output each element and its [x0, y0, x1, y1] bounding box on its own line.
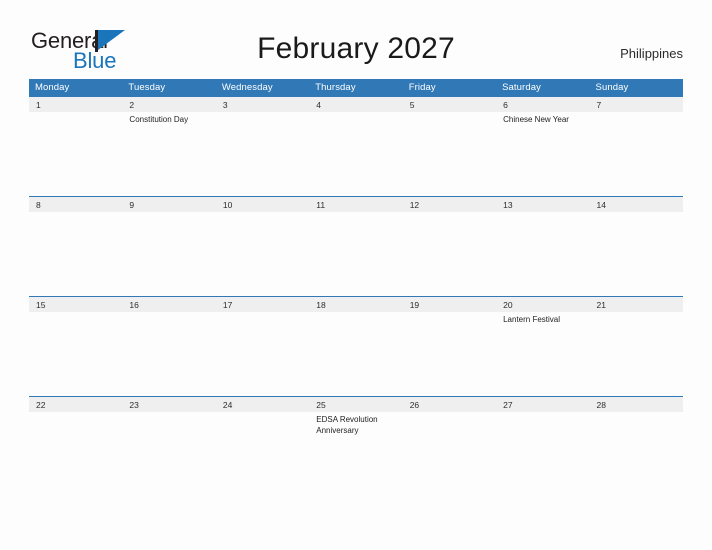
day-event: EDSA Revolution Anniversary [316, 415, 378, 435]
day-number[interactable]: 22 [29, 397, 122, 412]
day-number[interactable]: 1 [29, 97, 122, 112]
calendar-page: General Blue February 2027 Philippines M… [0, 0, 712, 550]
day-event [29, 312, 122, 396]
page-title: February 2027 [257, 32, 455, 65]
day-event [29, 212, 122, 296]
day-number[interactable]: 27 [496, 397, 589, 412]
day-number[interactable]: 24 [216, 397, 309, 412]
day-event: Constitution Day [129, 115, 189, 124]
day-event [122, 212, 215, 296]
day-event [216, 412, 309, 496]
week-row: 15 16 17 18 19 20 21 Lantern Festival [29, 296, 683, 396]
day-number[interactable]: 2 [122, 97, 215, 112]
day-event [403, 412, 496, 496]
day-number[interactable]: 20 [496, 297, 589, 312]
weekday-wednesday: Wednesday [221, 82, 273, 93]
day-number[interactable]: 23 [122, 397, 215, 412]
day-event [216, 112, 309, 196]
day-event [122, 312, 215, 396]
day-number[interactable]: 10 [216, 197, 309, 212]
day-number[interactable]: 21 [590, 297, 683, 312]
day-number[interactable]: 28 [590, 397, 683, 412]
day-event [496, 212, 589, 296]
day-number-row: 1 2 3 4 5 6 7 [29, 97, 683, 112]
day-event [403, 112, 496, 196]
day-number-row: 22 23 24 25 26 27 28 [29, 397, 683, 412]
day-event [590, 312, 683, 396]
weekday-thursday: Thursday [315, 82, 356, 93]
day-number[interactable]: 12 [403, 197, 496, 212]
day-event [590, 212, 683, 296]
weekday-friday: Friday [408, 82, 436, 93]
country-label: Philippines [620, 46, 683, 61]
weekday-saturday: Saturday [502, 82, 541, 93]
day-number[interactable]: 6 [496, 97, 589, 112]
day-events-row [29, 212, 683, 296]
day-event [122, 412, 215, 496]
week-row: 8 9 10 11 12 13 14 [29, 196, 683, 296]
day-events-row: Constitution Day Chinese New Year [29, 112, 683, 196]
day-event [496, 412, 589, 496]
day-events-row: EDSA Revolution Anniversary [29, 412, 683, 496]
calendar-grid: Monday Tuesday Wednesday Thursday Friday… [29, 79, 683, 496]
weekday-monday: Monday [35, 82, 70, 93]
week-row: 1 2 3 4 5 6 7 Constitution Day Chinese N… [29, 96, 683, 196]
day-number[interactable]: 11 [309, 197, 402, 212]
day-number[interactable]: 13 [496, 197, 589, 212]
day-events-row: Lantern Festival [29, 312, 683, 396]
day-number[interactable]: 18 [309, 297, 402, 312]
week-row: 22 23 24 25 26 27 28 EDSA Revolution Ann… [29, 396, 683, 496]
day-number-row: 8 9 10 11 12 13 14 [29, 197, 683, 212]
day-number[interactable]: 5 [403, 97, 496, 112]
day-number[interactable]: 19 [403, 297, 496, 312]
day-number[interactable]: 26 [403, 397, 496, 412]
day-event [216, 312, 309, 396]
day-number[interactable]: 7 [590, 97, 683, 112]
day-event [403, 312, 496, 396]
day-number[interactable]: 14 [590, 197, 683, 212]
day-event [29, 112, 122, 196]
weekday-tuesday: Tuesday [128, 82, 166, 93]
day-event: Lantern Festival [503, 315, 561, 324]
day-event [309, 112, 402, 196]
day-number[interactable]: 4 [309, 97, 402, 112]
day-number[interactable]: 3 [216, 97, 309, 112]
day-event [590, 412, 683, 496]
day-event: Chinese New Year [503, 115, 569, 124]
weekday-sunday: Sunday [595, 82, 629, 93]
day-event [403, 212, 496, 296]
day-number[interactable]: 25 [309, 397, 402, 412]
day-number[interactable]: 16 [122, 297, 215, 312]
day-number[interactable]: 8 [29, 197, 122, 212]
day-event [216, 212, 309, 296]
day-event [309, 212, 402, 296]
day-number[interactable]: 15 [29, 297, 122, 312]
day-number[interactable]: 9 [122, 197, 215, 212]
day-number[interactable]: 17 [216, 297, 309, 312]
page-header: General Blue February 2027 Philippines [0, 0, 712, 78]
day-event [309, 312, 402, 396]
day-number-row: 15 16 17 18 19 20 21 [29, 297, 683, 312]
weekday-header-row: Monday Tuesday Wednesday Thursday Friday… [29, 79, 683, 96]
day-event [29, 412, 122, 496]
day-event [590, 112, 683, 196]
